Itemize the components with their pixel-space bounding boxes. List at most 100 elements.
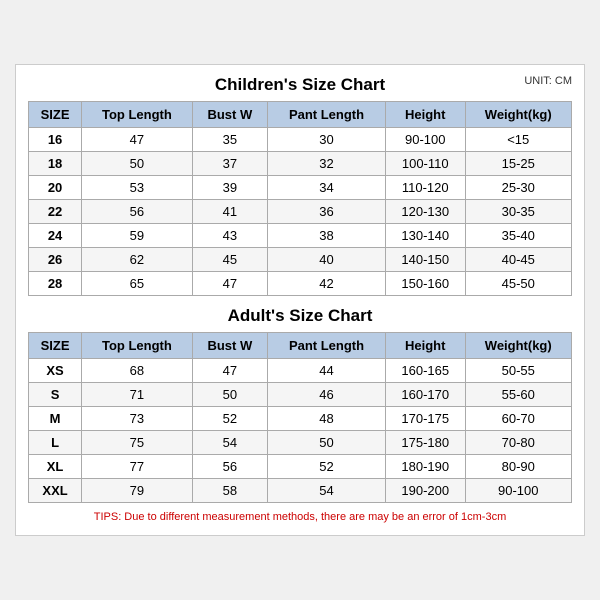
table-cell: 45 (192, 248, 267, 272)
table-cell: 15-25 (465, 152, 572, 176)
table-cell: 56 (82, 200, 192, 224)
table-cell: <15 (465, 128, 572, 152)
col-header-weight: Weight(kg) (465, 102, 572, 128)
table-cell: 52 (192, 407, 267, 431)
adult-col-header-pant-length: Pant Length (268, 333, 386, 359)
table-cell: 24 (29, 224, 82, 248)
table-cell: XS (29, 359, 82, 383)
col-header-bust-w: Bust W (192, 102, 267, 128)
table-row: 18503732100-11015-25 (29, 152, 572, 176)
table-row: L755450175-18070-80 (29, 431, 572, 455)
table-cell: 170-175 (385, 407, 465, 431)
children-table-body: 1647353090-100<1518503732100-11015-25205… (29, 128, 572, 296)
table-cell: 35-40 (465, 224, 572, 248)
table-row: XL775652180-19080-90 (29, 455, 572, 479)
table-row: S715046160-17055-60 (29, 383, 572, 407)
table-cell: 130-140 (385, 224, 465, 248)
table-cell: 50-55 (465, 359, 572, 383)
table-cell: 47 (82, 128, 192, 152)
table-cell: 30 (268, 128, 386, 152)
table-cell: 150-160 (385, 272, 465, 296)
table-cell: 26 (29, 248, 82, 272)
unit-label: UNIT: CM (524, 75, 572, 87)
table-cell: 34 (268, 176, 386, 200)
adult-col-header-bust-w: Bust W (192, 333, 267, 359)
table-cell: 25-30 (465, 176, 572, 200)
table-cell: 22 (29, 200, 82, 224)
table-cell: 180-190 (385, 455, 465, 479)
table-cell: 39 (192, 176, 267, 200)
adult-header-row: SIZE Top Length Bust W Pant Length Heigh… (29, 333, 572, 359)
table-row: 26624540140-15040-45 (29, 248, 572, 272)
table-cell: 30-35 (465, 200, 572, 224)
table-cell: 62 (82, 248, 192, 272)
table-cell: 110-120 (385, 176, 465, 200)
table-cell: S (29, 383, 82, 407)
table-cell: 54 (268, 479, 386, 503)
adult-col-header-height: Height (385, 333, 465, 359)
adult-col-header-top-length: Top Length (82, 333, 192, 359)
table-cell: 18 (29, 152, 82, 176)
table-row: 20533934110-12025-30 (29, 176, 572, 200)
adult-table-body: XS684744160-16550-55S715046160-17055-60M… (29, 359, 572, 503)
table-row: 24594338130-14035-40 (29, 224, 572, 248)
table-cell: 175-180 (385, 431, 465, 455)
adult-size-table: SIZE Top Length Bust W Pant Length Heigh… (28, 332, 572, 503)
table-cell: 75 (82, 431, 192, 455)
children-title: Children's Size Chart (215, 75, 385, 95)
children-title-row: Children's Size Chart UNIT: CM (28, 75, 572, 95)
table-cell: 55-60 (465, 383, 572, 407)
table-cell: 37 (192, 152, 267, 176)
adult-title: Adult's Size Chart (228, 306, 373, 326)
col-header-height: Height (385, 102, 465, 128)
adult-col-header-size: SIZE (29, 333, 82, 359)
table-row: 1647353090-100<15 (29, 128, 572, 152)
table-cell: 16 (29, 128, 82, 152)
table-cell: 43 (192, 224, 267, 248)
col-header-pant-length: Pant Length (268, 102, 386, 128)
table-cell: XL (29, 455, 82, 479)
table-cell: 73 (82, 407, 192, 431)
children-size-table: SIZE Top Length Bust W Pant Length Heigh… (28, 101, 572, 296)
size-chart-card: Children's Size Chart UNIT: CM SIZE Top … (15, 64, 585, 536)
table-row: M735248170-17560-70 (29, 407, 572, 431)
table-cell: 90-100 (465, 479, 572, 503)
table-cell: 45-50 (465, 272, 572, 296)
table-cell: 53 (82, 176, 192, 200)
table-cell: 36 (268, 200, 386, 224)
table-cell: 50 (192, 383, 267, 407)
table-cell: 60-70 (465, 407, 572, 431)
table-cell: 120-130 (385, 200, 465, 224)
table-cell: 20 (29, 176, 82, 200)
table-cell: 48 (268, 407, 386, 431)
table-cell: 40 (268, 248, 386, 272)
table-cell: 47 (192, 272, 267, 296)
table-cell: 140-150 (385, 248, 465, 272)
table-cell: 54 (192, 431, 267, 455)
table-row: XXL795854190-20090-100 (29, 479, 572, 503)
col-header-size: SIZE (29, 102, 82, 128)
table-row: 22564136120-13030-35 (29, 200, 572, 224)
table-cell: 68 (82, 359, 192, 383)
table-cell: 40-45 (465, 248, 572, 272)
table-cell: M (29, 407, 82, 431)
table-cell: 160-165 (385, 359, 465, 383)
table-cell: 71 (82, 383, 192, 407)
table-cell: 46 (268, 383, 386, 407)
adult-title-row: Adult's Size Chart (28, 306, 572, 326)
table-cell: 44 (268, 359, 386, 383)
table-cell: 77 (82, 455, 192, 479)
table-cell: 47 (192, 359, 267, 383)
col-header-top-length: Top Length (82, 102, 192, 128)
table-cell: 50 (82, 152, 192, 176)
table-cell: 100-110 (385, 152, 465, 176)
table-cell: 38 (268, 224, 386, 248)
table-cell: 42 (268, 272, 386, 296)
table-cell: 80-90 (465, 455, 572, 479)
table-cell: 50 (268, 431, 386, 455)
table-cell: 160-170 (385, 383, 465, 407)
table-cell: 56 (192, 455, 267, 479)
table-cell: 58 (192, 479, 267, 503)
table-cell: 79 (82, 479, 192, 503)
table-cell: 190-200 (385, 479, 465, 503)
